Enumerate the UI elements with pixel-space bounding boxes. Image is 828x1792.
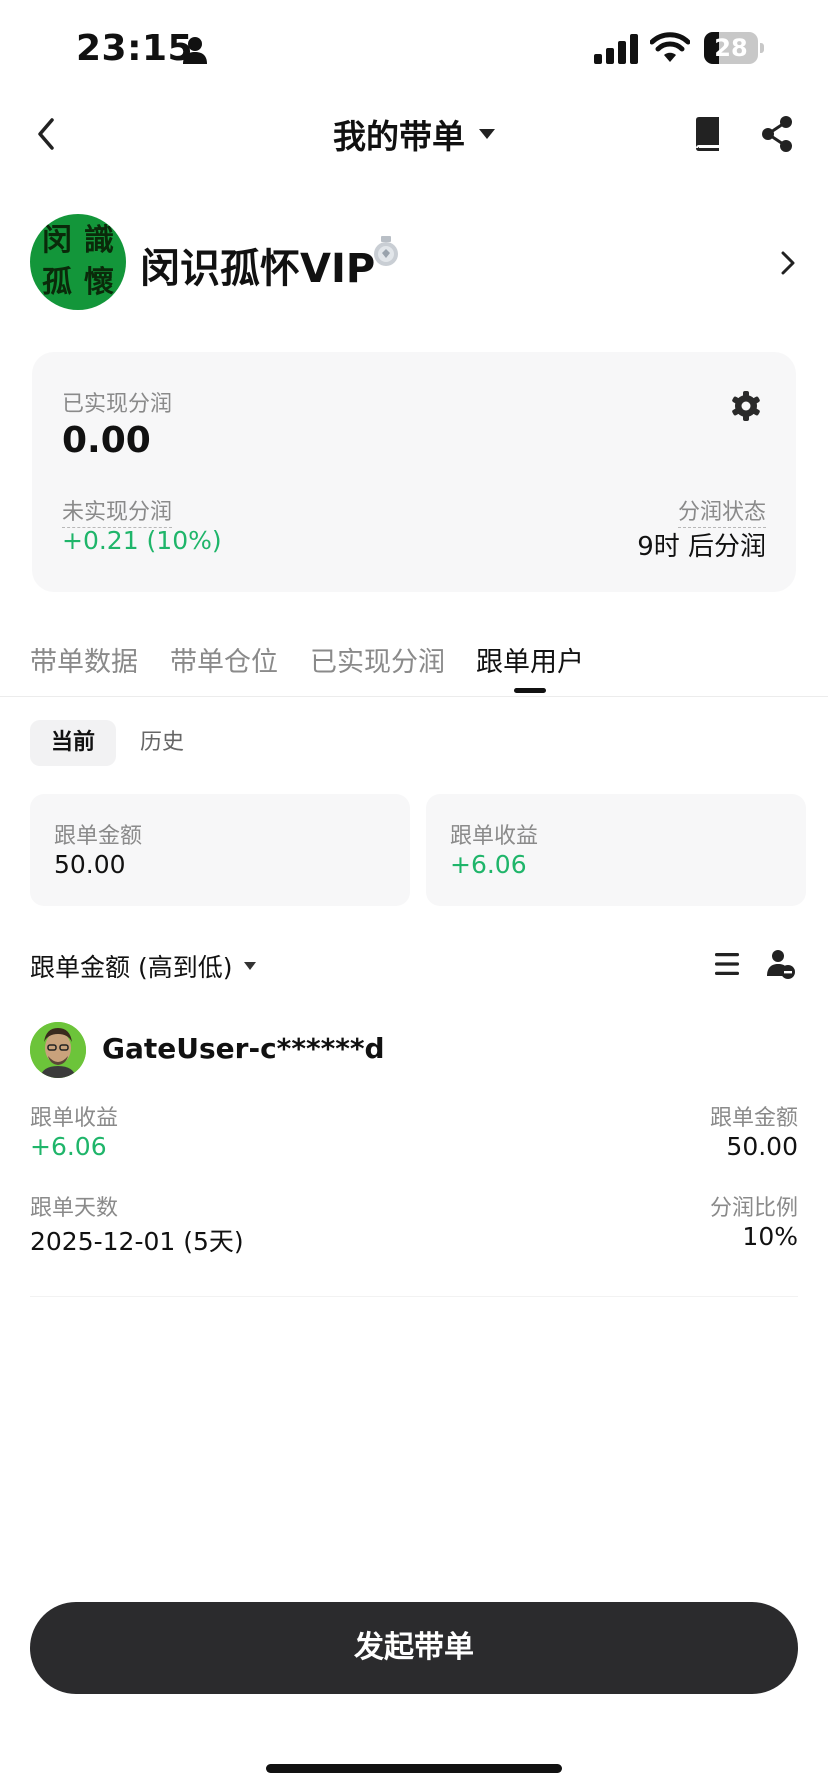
profile-name[interactable]: 闵识孤怀VIP xyxy=(140,236,375,294)
avatar-char: 孤 xyxy=(42,265,72,300)
chevron-right-icon[interactable] xyxy=(778,248,798,278)
home-indicator[interactable] xyxy=(266,1764,562,1773)
tab-lead-positions[interactable]: 带单仓位 xyxy=(170,640,278,679)
row-divider xyxy=(30,1296,798,1297)
user-profit-label: 跟单收益 xyxy=(30,1106,119,1131)
wifi-icon xyxy=(650,32,690,62)
user-days-label: 跟单天数 xyxy=(30,1196,119,1221)
book-icon[interactable] xyxy=(693,117,721,151)
active-tab-indicator xyxy=(514,688,546,693)
tab-realized-profit[interactable]: 已实现分润 xyxy=(310,640,445,679)
user-days-value: 2025-12-01 (5天) xyxy=(30,1227,244,1256)
avatar-char: 懷 xyxy=(84,265,114,300)
gear-icon[interactable] xyxy=(730,390,762,422)
profit-share-status-label[interactable]: 分润状态 xyxy=(677,494,766,528)
user-ratio-value: 10% xyxy=(742,1222,798,1251)
chevron-down-icon xyxy=(244,962,257,970)
segment-current[interactable]: 当前 xyxy=(30,720,116,766)
avatar-char: 闵 xyxy=(42,223,72,258)
user-amount-label: 跟单金额 xyxy=(709,1106,798,1131)
follower-username[interactable]: GateUser-c******d xyxy=(102,1032,385,1065)
user-remove-icon[interactable] xyxy=(766,948,796,980)
user-profit-value: +6.06 xyxy=(30,1132,107,1161)
battery-indicator: 28 xyxy=(704,32,764,64)
status-time: 23:15 xyxy=(76,28,194,69)
tabs-divider xyxy=(0,696,828,697)
list-icon[interactable] xyxy=(714,952,740,976)
medal-icon xyxy=(374,236,398,266)
realized-profit-value: 0.00 xyxy=(62,420,151,461)
user-avatar xyxy=(30,1022,86,1078)
sort-label: 跟单金额 (高到低) xyxy=(30,953,233,982)
avatar[interactable]: 闵 識 孤 懷 xyxy=(30,214,126,310)
profit-share-status-value: 9时 后分润 xyxy=(637,532,766,562)
unrealized-profit-label[interactable]: 未实现分润 xyxy=(62,494,173,528)
user-ratio-label: 分润比例 xyxy=(709,1196,798,1221)
follow-amount-label: 跟单金额 xyxy=(54,824,143,849)
follow-amount-value: 50.00 xyxy=(54,850,126,879)
chevron-down-icon xyxy=(479,129,495,139)
follow-amount-card: 跟单金额 50.00 xyxy=(30,794,410,906)
page-title: 我的带单 xyxy=(333,117,465,156)
follow-profit-label: 跟单收益 xyxy=(450,824,539,849)
follow-profit-card: 跟单收益 +6.06 xyxy=(426,794,806,906)
signal-icon xyxy=(594,34,638,64)
follow-profit-value: +6.06 xyxy=(450,850,527,879)
unrealized-profit-value: +0.21 (10%) xyxy=(62,526,222,555)
avatar-char: 識 xyxy=(84,223,114,258)
realized-profit-label: 已实现分润 xyxy=(62,392,173,417)
person-icon xyxy=(183,37,207,64)
start-lead-button[interactable]: 发起带单 xyxy=(30,1602,798,1694)
user-amount-value: 50.00 xyxy=(726,1132,798,1161)
sort-dropdown[interactable]: 跟单金额 (高到低) xyxy=(30,948,257,984)
battery-label: 28 xyxy=(714,34,748,62)
share-icon[interactable] xyxy=(760,115,794,153)
tab-followers[interactable]: 跟单用户 xyxy=(476,640,584,679)
segment-history[interactable]: 历史 xyxy=(140,720,184,766)
tab-lead-data[interactable]: 带单数据 xyxy=(30,640,138,679)
